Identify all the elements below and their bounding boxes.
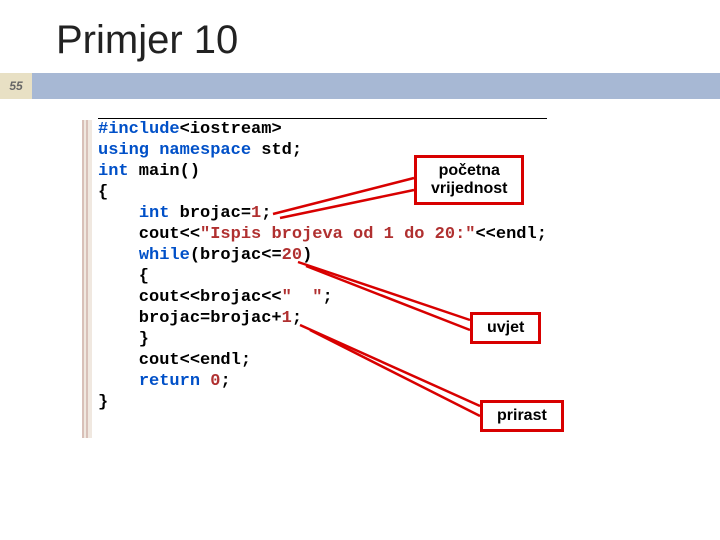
callout-condition: uvjet [470, 312, 541, 344]
page-number-badge: 55 [0, 73, 32, 99]
code-gutter [82, 120, 92, 438]
callout-increment: prirast [480, 400, 564, 432]
slide-title: Primjer 10 [0, 0, 720, 73]
callout-initial-value: početna vrijednost [414, 155, 524, 205]
header-bar: 55 [0, 73, 720, 99]
